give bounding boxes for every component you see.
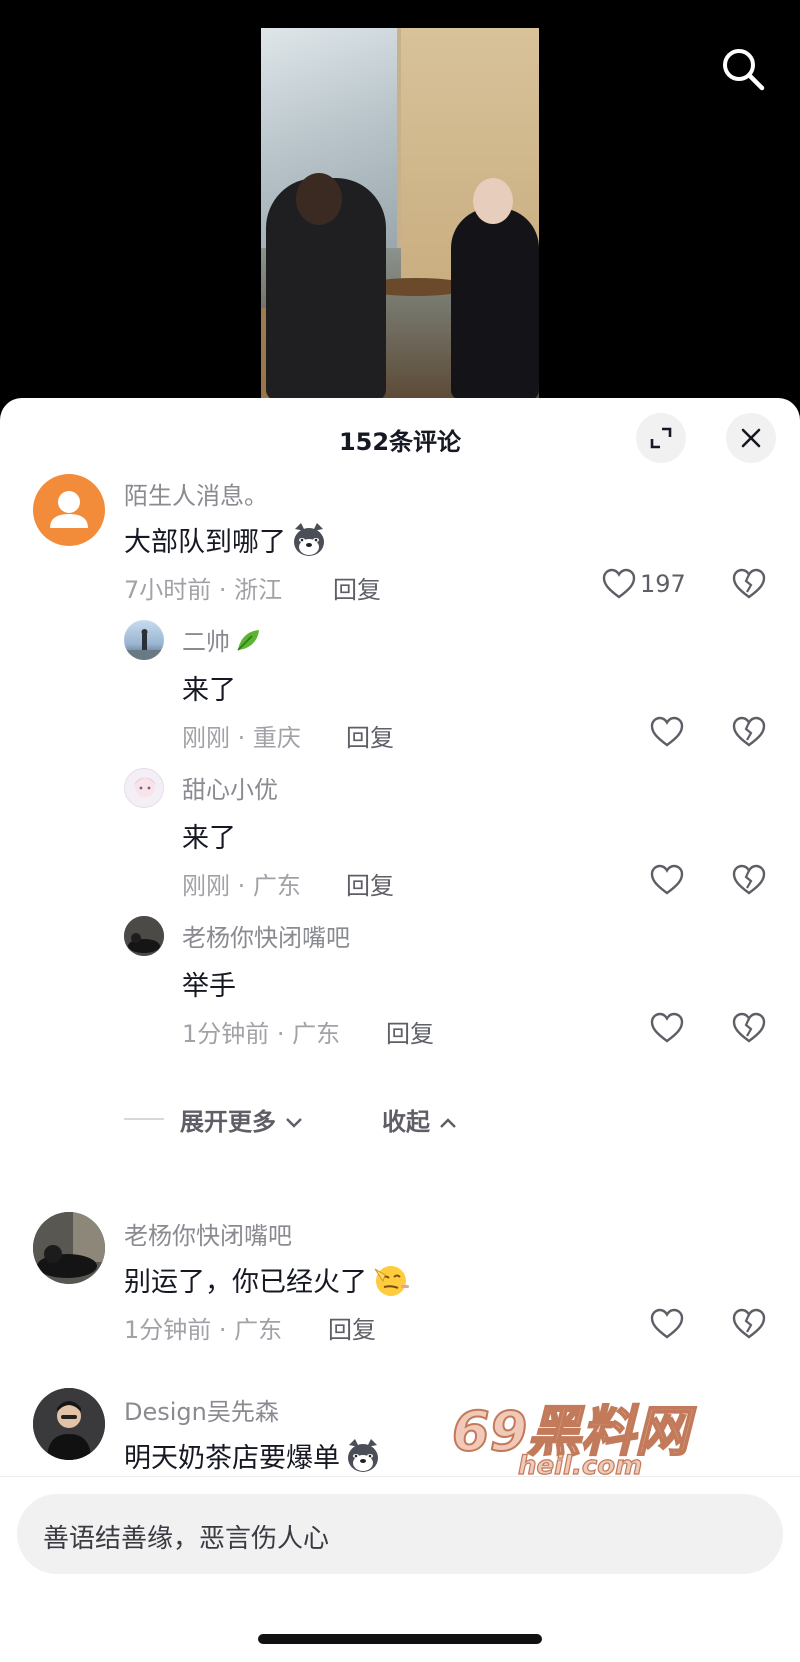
comment-author[interactable]: Design吴先森 bbox=[124, 1392, 279, 1427]
search-icon[interactable] bbox=[718, 44, 768, 94]
like-button[interactable] bbox=[650, 1308, 684, 1340]
expand-button[interactable] bbox=[636, 413, 686, 463]
comment-text-content: 明天奶茶店要爆单 bbox=[124, 1443, 340, 1474]
heart-icon bbox=[650, 1308, 684, 1339]
comment-text: 来了 bbox=[182, 675, 236, 706]
expand-more-label: 展开更多 bbox=[180, 1108, 276, 1136]
video-person-woman bbox=[451, 208, 539, 400]
heart-icon bbox=[650, 1012, 684, 1043]
comment-text: 大部队到哪了 bbox=[124, 520, 328, 566]
heart-icon bbox=[602, 568, 636, 599]
broken-heart-icon bbox=[732, 1308, 766, 1339]
site-watermark: 69黑料网 heil.com bbox=[448, 1398, 730, 1482]
divider-line bbox=[124, 1118, 164, 1120]
husky-emoji-icon bbox=[290, 521, 328, 566]
input-divider bbox=[0, 1476, 800, 1477]
comment-sheet-header: 152条评论 bbox=[0, 398, 800, 480]
avatar-image bbox=[33, 1212, 105, 1284]
avatar[interactable] bbox=[124, 768, 164, 808]
reply-button[interactable]: 回复 bbox=[333, 570, 381, 605]
like-button[interactable] bbox=[650, 716, 684, 748]
video-person-man-head bbox=[296, 173, 342, 225]
dislike-button[interactable] bbox=[732, 716, 766, 752]
comment-author[interactable]: 甜心小优 bbox=[182, 770, 278, 805]
replies-toggle-row: 展开更多 收起 bbox=[124, 1098, 724, 1138]
comment-meta: 刚刚 · 重庆 bbox=[182, 724, 301, 752]
comment-text: 别运了，你已经火了 bbox=[124, 1260, 411, 1306]
like-count: 197 bbox=[640, 570, 686, 598]
close-button[interactable] bbox=[726, 413, 776, 463]
leaf-emoji-icon bbox=[234, 626, 262, 660]
avatar-image bbox=[134, 777, 156, 797]
avatar[interactable] bbox=[124, 916, 164, 956]
collapse-button[interactable]: 收起 bbox=[382, 1102, 458, 1137]
comment-meta: 7小时前 · 浙江 bbox=[124, 576, 283, 604]
default-avatar-icon bbox=[50, 491, 88, 528]
video-person-woman-head bbox=[473, 178, 513, 224]
comment-author[interactable]: 二帅 bbox=[182, 622, 262, 660]
broken-heart-icon bbox=[732, 568, 766, 599]
comment-author[interactable]: 老杨你快闭嘴吧 bbox=[182, 918, 350, 953]
reply-button[interactable]: 回复 bbox=[328, 1310, 376, 1345]
video-player[interactable] bbox=[0, 0, 800, 400]
heart-icon bbox=[650, 864, 684, 895]
avatar[interactable] bbox=[124, 620, 164, 660]
reply-button[interactable]: 回复 bbox=[386, 1014, 434, 1049]
broken-heart-icon bbox=[732, 716, 766, 747]
heart-icon bbox=[650, 716, 684, 747]
broken-heart-icon bbox=[732, 864, 766, 895]
comment-meta: 1分钟前 · 广东 bbox=[124, 1316, 283, 1344]
avatar[interactable] bbox=[33, 1212, 105, 1284]
salute-emoji-icon bbox=[371, 1261, 411, 1306]
avatar[interactable] bbox=[33, 1388, 105, 1460]
comment-text: 来了 bbox=[182, 823, 236, 854]
comment-text-content: 别运了，你已经火了 bbox=[124, 1267, 367, 1298]
comment-text-content: 大部队到哪了 bbox=[124, 527, 286, 558]
broken-heart-icon bbox=[732, 1012, 766, 1043]
dislike-button[interactable] bbox=[732, 1012, 766, 1048]
chevron-down-icon bbox=[286, 1118, 303, 1128]
comment-author[interactable]: 老杨你快闭嘴吧 bbox=[124, 1216, 292, 1251]
comment-meta: 1分钟前 · 广东 bbox=[182, 1020, 341, 1048]
comment-input-placeholder: 善语结善缘，恶言伤人心 bbox=[43, 1524, 330, 1554]
avatar-image bbox=[33, 1388, 105, 1460]
close-icon bbox=[741, 428, 761, 448]
comment-author[interactable]: 陌生人消息。 bbox=[124, 476, 268, 511]
dislike-button[interactable] bbox=[732, 568, 766, 604]
video-frame bbox=[261, 28, 539, 400]
like-button[interactable] bbox=[650, 864, 684, 896]
dislike-button[interactable] bbox=[732, 1308, 766, 1344]
expand-icon bbox=[650, 427, 672, 449]
avatar-image bbox=[124, 916, 164, 956]
dislike-button[interactable] bbox=[732, 864, 766, 900]
avatar[interactable] bbox=[33, 474, 105, 546]
watermark-line2: heil.com bbox=[518, 1451, 642, 1478]
collapse-label: 收起 bbox=[382, 1108, 430, 1136]
chevron-up-icon bbox=[440, 1118, 457, 1128]
reply-button[interactable]: 回复 bbox=[346, 718, 394, 753]
like-button[interactable] bbox=[650, 1012, 684, 1044]
comment-author-name: 二帅 bbox=[182, 628, 230, 656]
like-button[interactable]: 197 bbox=[602, 568, 686, 600]
avatar-image bbox=[124, 629, 164, 660]
comment-meta: 刚刚 · 广东 bbox=[182, 872, 301, 900]
comment-text: 举手 bbox=[182, 971, 236, 1002]
comment-input[interactable]: 善语结善缘，恶言伤人心 bbox=[17, 1494, 783, 1574]
expand-more-button[interactable]: 展开更多 bbox=[180, 1102, 304, 1137]
home-indicator[interactable] bbox=[258, 1634, 542, 1644]
reply-button[interactable]: 回复 bbox=[346, 866, 394, 901]
